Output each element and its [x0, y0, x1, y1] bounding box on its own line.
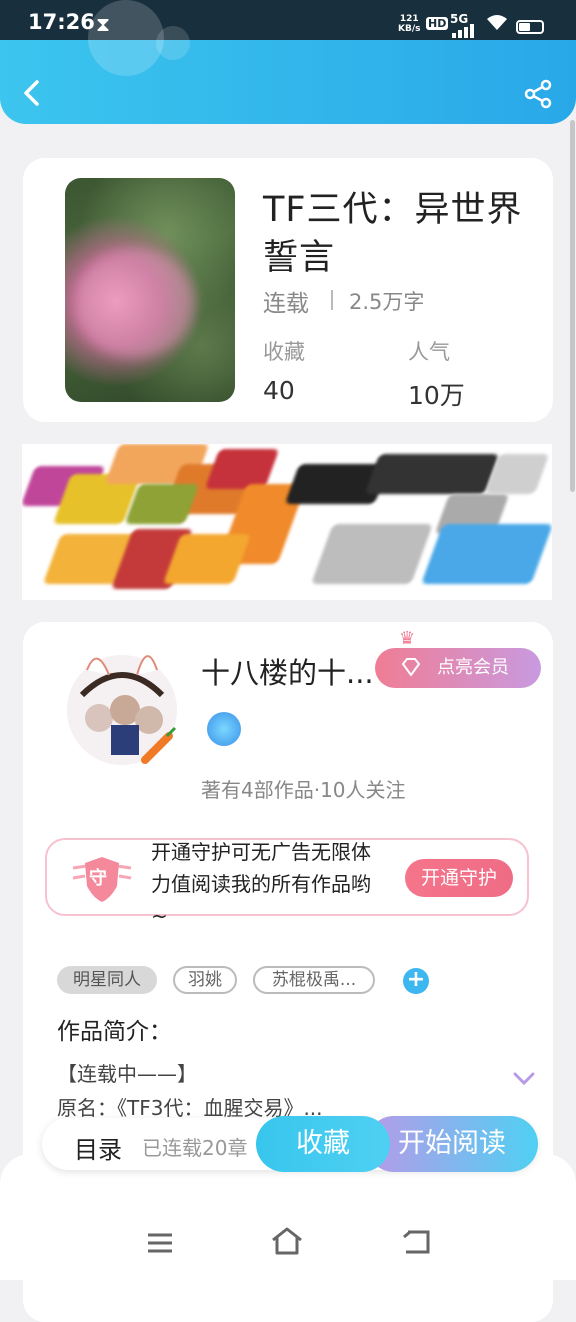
scribble [311, 524, 433, 584]
popularity-value: 10万 [408, 381, 465, 410]
tag[interactable]: 羽姚 [173, 966, 237, 994]
battery-icon [516, 20, 544, 34]
cover-glow [75, 248, 195, 358]
shield-char: 守 [89, 868, 107, 889]
scribble [124, 484, 200, 524]
scrollbar[interactable] [570, 120, 575, 492]
popularity-label: 人气 [408, 340, 450, 364]
menu-icon[interactable] [146, 1232, 174, 1254]
guard-button[interactable]: 开通守护 [405, 859, 513, 897]
author-name[interactable]: 十八楼的十... [201, 650, 374, 692]
header-decoration [156, 26, 190, 60]
redacted-banner[interactable] [22, 444, 552, 600]
book-cover[interactable] [65, 178, 235, 402]
book-status: 连载 [263, 291, 309, 317]
author-stats: 著有4部作品·10人关注 [201, 778, 406, 802]
diamond-icon [401, 658, 421, 676]
tag[interactable]: 明星同人 [57, 966, 157, 994]
add-tag-button[interactable]: + [403, 968, 429, 994]
crown-icon: ♛ [399, 628, 416, 649]
scribble [421, 524, 552, 584]
book-title: TF三代：异世界誓言 [263, 190, 523, 278]
vip-button-label: 点亮会员 [437, 657, 509, 678]
network-speed: 121 KB/s [398, 14, 420, 34]
scribble [204, 449, 280, 489]
intro-heading: 作品简介： [57, 1019, 172, 1045]
author-avatar[interactable] [57, 640, 187, 770]
guard-promo[interactable]: 守 开通守护可无广告无限体力值阅读我的所有作品哟~ 开通守护 [45, 838, 529, 928]
vip-button[interactable]: 点亮会员 [375, 648, 541, 688]
divider [331, 290, 333, 310]
intro-text: 【连载中——】 [57, 1062, 197, 1086]
scribble [364, 454, 500, 494]
hd-badge: HD [426, 17, 449, 30]
favorites-value: 40 [263, 376, 295, 405]
wifi-icon [486, 14, 508, 37]
guard-text: 开通守护可无广告无限体力值阅读我的所有作品哟~ [151, 840, 371, 928]
header-bar [0, 0, 576, 124]
level-badge-icon[interactable] [207, 712, 241, 746]
back-button[interactable] [18, 78, 46, 108]
tag[interactable]: 苏棍极禹... [253, 966, 375, 994]
chevron-down-icon[interactable] [513, 1072, 535, 1086]
speed-unit: KB/s [398, 24, 421, 34]
chapter-count: 已连载20章 [142, 1136, 248, 1160]
bottom-action-bar: 目录 已连载20章 开始阅读 收藏 [42, 1116, 538, 1172]
back-nav-icon[interactable] [400, 1228, 432, 1256]
speed-value: 121 [399, 14, 419, 24]
system-nav-bar [0, 1154, 576, 1280]
home-icon[interactable] [270, 1226, 304, 1256]
book-word-count: 2.5万字 [349, 290, 425, 314]
start-reading-button[interactable]: 开始阅读 [366, 1116, 538, 1172]
share-button[interactable] [522, 78, 554, 110]
header-decoration [88, 0, 164, 76]
catalog-button[interactable]: 目录 [74, 1130, 122, 1165]
book-info-card: TF三代：异世界誓言 连载 2.5万字 收藏 人气 40 10万 [23, 158, 553, 422]
favorites-label: 收藏 [263, 340, 305, 364]
status-time: 17:26 [28, 10, 95, 34]
signal-icon [452, 24, 474, 38]
collect-button[interactable]: 收藏 [256, 1116, 390, 1172]
